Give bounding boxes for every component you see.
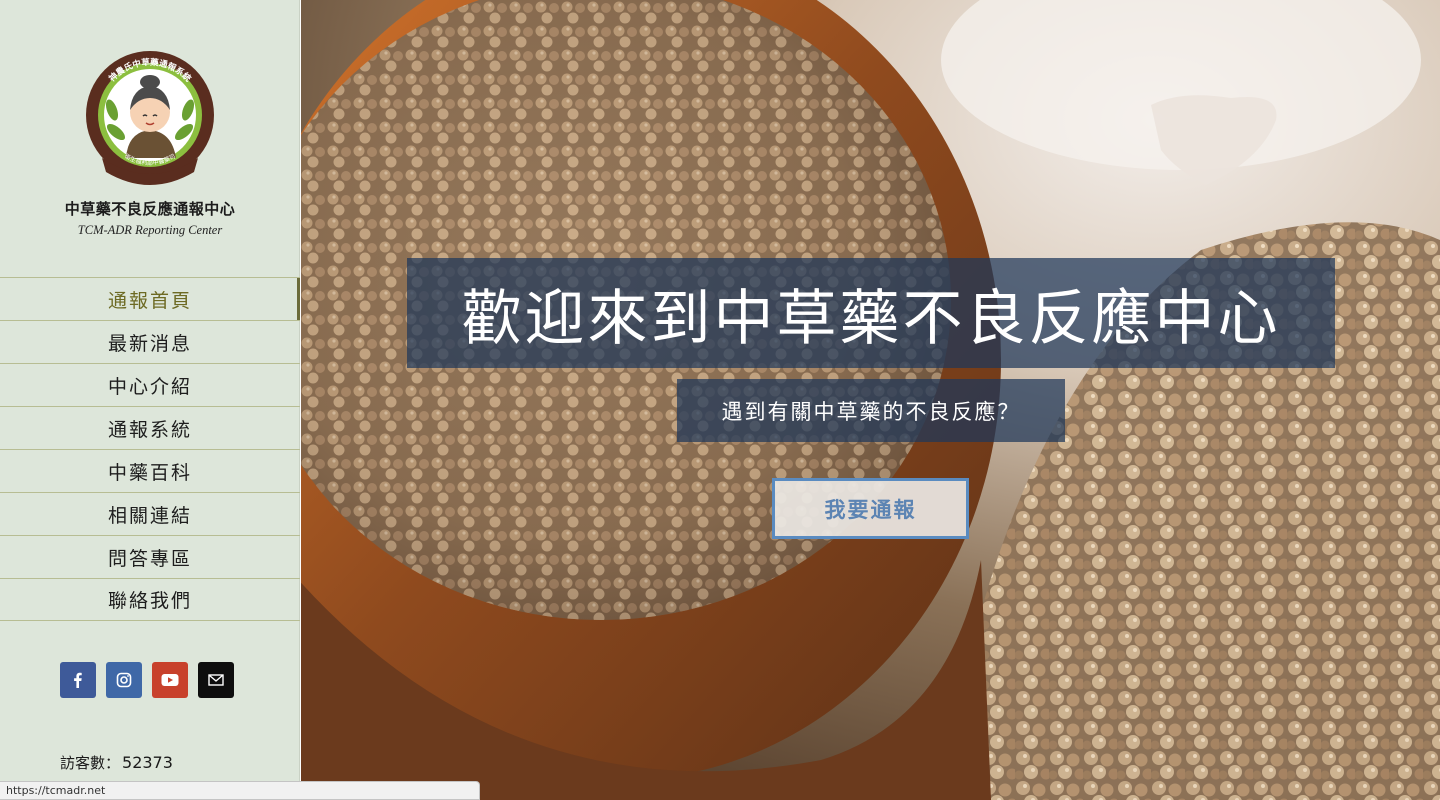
visitor-counter: 訪客數： 52373 [60,752,173,773]
mail-icon[interactable] [198,662,234,698]
nav-item-about[interactable]: 中心介紹 [0,363,300,406]
visitor-count: 52373 [122,753,173,772]
nav-item-home[interactable]: 通報首頁 [0,277,300,320]
visitor-label: 訪客數： [60,754,121,772]
hero-section: 歡迎來到中草藥不良反應中心 遇到有關中草藥的不良反應？ 我要通報 [301,0,1440,800]
instagram-icon[interactable] [106,662,142,698]
nav-item-faq[interactable]: 問答專區 [0,535,300,578]
brand-name-zh: 中草藥不良反應通報中心 [64,200,236,218]
brand-block[interactable]: 神農氏中草藥通報系統 衛生福利部中醫藥司 中草藥不良反應通報中心 TCM-ADR… [0,40,300,238]
brand-logo: 神農氏中草藥通報系統 衛生福利部中醫藥司 [86,51,214,185]
nav-item-links[interactable]: 相關連結 [0,492,300,535]
browser-status-bar: https://tcmadr.net [0,781,480,800]
hero-headline: 歡迎來到中草藥不良反應中心 [407,258,1335,368]
nav-item-contact[interactable]: 聯絡我們 [0,578,300,621]
brand-name-en: TCM-ADR Reporting Center [77,223,223,237]
nav-item-news[interactable]: 最新消息 [0,320,300,363]
nav-item-report-system[interactable]: 通報系統 [0,406,300,449]
facebook-icon[interactable] [60,662,96,698]
nav-item-herb-encyclopedia[interactable]: 中藥百科 [0,449,300,492]
hero-subline: 遇到有關中草藥的不良反應？ [677,379,1065,442]
report-now-button[interactable]: 我要通報 [772,478,969,539]
youtube-icon[interactable] [152,662,188,698]
sidebar: 神農氏中草藥通報系統 衛生福利部中醫藥司 中草藥不良反應通報中心 TCM-ADR… [0,0,300,800]
social-links [60,662,234,698]
main-nav: 通報首頁 最新消息 中心介紹 通報系統 中藥百科 相關連結 問答專區 聯絡我們 [0,277,300,621]
